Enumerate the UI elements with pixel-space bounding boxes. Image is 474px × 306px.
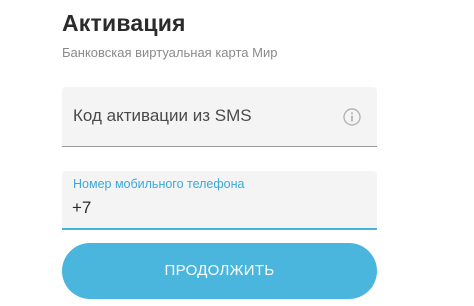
phone-field[interactable]: Номер мобильного телефона bbox=[62, 171, 377, 230]
phone-input[interactable] bbox=[72, 198, 352, 218]
activation-code-field[interactable]: Код активации из SMS bbox=[62, 87, 377, 147]
continue-button[interactable]: ПРОДОЛЖИТЬ bbox=[62, 243, 377, 299]
activation-code-placeholder: Код активации из SMS bbox=[73, 106, 252, 125]
page-title: Активация bbox=[62, 10, 186, 36]
info-icon[interactable] bbox=[343, 108, 361, 126]
activation-page: Активация Банковская виртуальная карта М… bbox=[0, 0, 474, 306]
phone-field-label: Номер мобильного телефона bbox=[73, 177, 245, 191]
page-subtitle: Банковская виртуальная карта Мир bbox=[62, 45, 278, 60]
